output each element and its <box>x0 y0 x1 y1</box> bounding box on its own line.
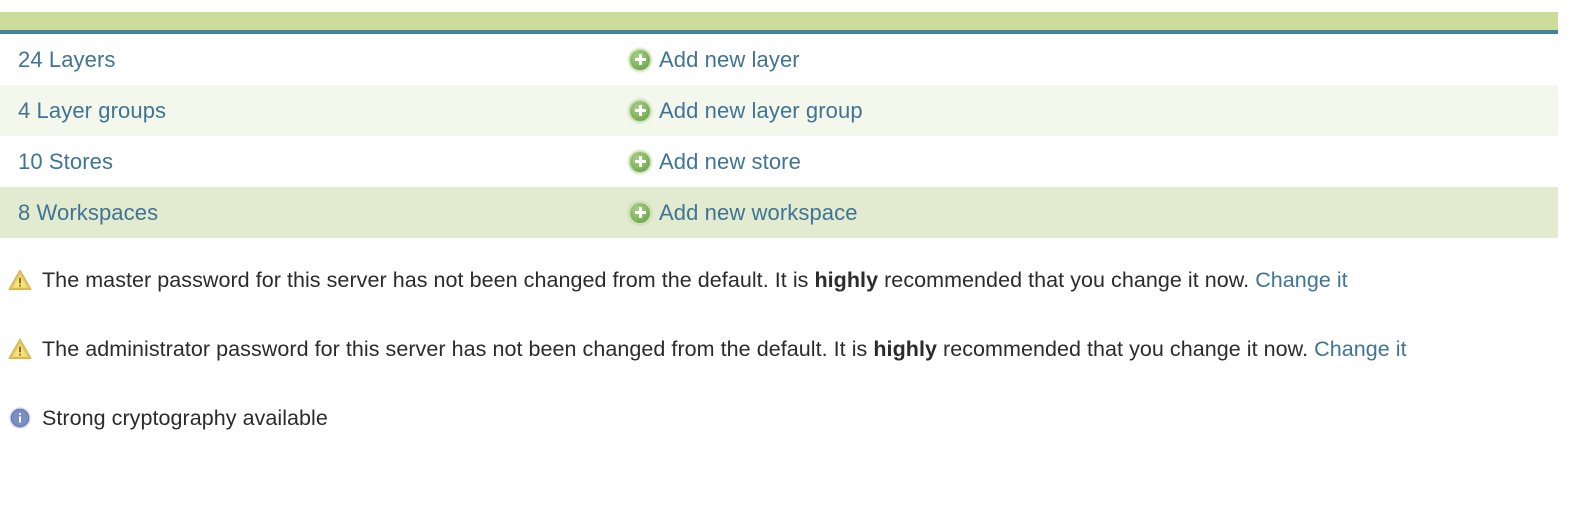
warning-icon <box>8 337 32 361</box>
add-new-layer-group-label: Add new layer group <box>659 97 863 123</box>
table-row: 4 Layer groups Add new layer group <box>0 85 1558 136</box>
add-new-workspace-label: Add new workspace <box>659 199 858 225</box>
workspaces-count-link[interactable]: 8 Workspaces <box>0 200 630 226</box>
add-new-store-label: Add new store <box>659 148 801 174</box>
admin-password-warning: The administrator password for this serv… <box>0 331 1576 368</box>
table-row: 8 Workspaces Add new workspace <box>0 187 1558 238</box>
geoserver-welcome-page: 24 Layers Add new layer 4 Layer groups A… <box>0 0 1576 508</box>
master-password-warning-text: The master password for this server has … <box>42 262 1348 299</box>
table-row: 10 Stores Add new store <box>0 136 1558 187</box>
add-circle-icon <box>630 151 650 172</box>
warning-icon <box>8 268 32 292</box>
add-new-layer-group-link[interactable]: Add new layer group <box>630 98 863 124</box>
table-row: 24 Layers Add new layer <box>0 34 1558 85</box>
master-password-warning: The master password for this server has … <box>0 262 1576 299</box>
admin-password-warning-text: The administrator password for this serv… <box>42 331 1407 368</box>
add-new-layer-link[interactable]: Add new layer <box>630 47 800 73</box>
add-new-workspace-link[interactable]: Add new workspace <box>630 200 858 226</box>
stores-count-link[interactable]: 10 Stores <box>0 149 630 175</box>
info-text: Strong cryptography available <box>42 406 328 430</box>
change-admin-password-link[interactable]: Change it <box>1314 337 1407 361</box>
add-circle-icon <box>630 202 650 223</box>
warning-text-before: The administrator password for this serv… <box>42 337 874 361</box>
warning-text-after: recommended that you change it now. <box>936 337 1315 361</box>
add-new-layer-label: Add new layer <box>659 46 800 72</box>
info-icon <box>8 406 32 430</box>
strong-cryptography-info: Strong cryptography available <box>0 400 1576 437</box>
add-circle-icon <box>630 49 650 70</box>
strong-cryptography-text: Strong cryptography available <box>42 400 328 437</box>
warning-text-emphasis: highly <box>873 337 937 361</box>
table-header-band <box>0 12 1558 34</box>
warning-text-emphasis: highly <box>814 268 879 292</box>
layer-groups-count-link[interactable]: 4 Layer groups <box>0 98 630 124</box>
warning-text-before: The master password for this server has … <box>42 268 815 292</box>
warning-text-after: recommended that you change it now. <box>878 268 1256 292</box>
status-message-list: The master password for this server has … <box>0 262 1576 469</box>
add-new-store-link[interactable]: Add new store <box>630 149 801 175</box>
change-master-password-link[interactable]: Change it <box>1255 268 1348 292</box>
add-circle-icon <box>630 100 650 121</box>
layers-count-link[interactable]: 24 Layers <box>0 47 630 73</box>
catalog-summary-table: 24 Layers Add new layer 4 Layer groups A… <box>0 12 1558 238</box>
